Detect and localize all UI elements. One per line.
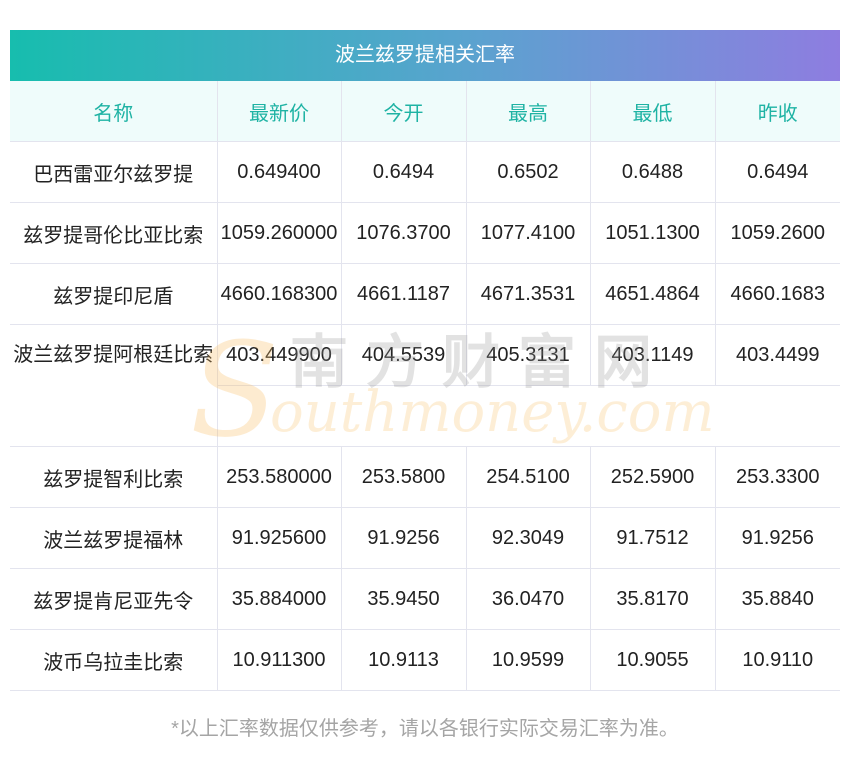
cell-prev-close: 0.6494 bbox=[714, 141, 840, 203]
table-row: 波兰兹罗提阿根廷比索 403.449900 404.5539 405.3131 403.… bbox=[10, 324, 840, 447]
header-latest: 最新价 bbox=[216, 81, 342, 142]
cell-open: 253.5800 bbox=[340, 446, 467, 508]
cell-low: 91.7512 bbox=[589, 507, 716, 569]
cell-low: 35.8170 bbox=[589, 568, 716, 630]
cell-high: 0.6502 bbox=[465, 141, 591, 203]
cell-latest: 0.649400 bbox=[216, 141, 342, 203]
cell-name: 兹罗提智利比索 bbox=[10, 446, 218, 508]
table-row: 巴西雷亚尔兹罗提 0.649400 0.6494 0.6502 0.6488 0.6494 bbox=[10, 141, 840, 203]
cell-low: 1051.1300 bbox=[589, 202, 716, 264]
table-title: 波兰兹罗提相关汇率 bbox=[10, 30, 840, 81]
cell-prev-close: 4660.1683 bbox=[714, 263, 840, 325]
exchange-rate-table: 名称 最新价 今开 最高 最低 昨收 巴西雷亚尔兹罗提 0.649400 0.649… bbox=[10, 81, 840, 691]
cell-low: 252.5900 bbox=[589, 446, 716, 508]
cell-name: 波兰兹罗提阿根廷比索 bbox=[10, 324, 218, 447]
cell-low: 0.6488 bbox=[589, 141, 716, 203]
cell-open: 0.6494 bbox=[340, 141, 467, 203]
table-row: 波币乌拉圭比索 10.911300 10.9113 10.9599 10.9055 10.… bbox=[10, 629, 840, 691]
cell-latest: 91.925600 bbox=[216, 507, 342, 569]
cell-low: 4651.4864 bbox=[589, 263, 716, 325]
cell-prev-close: 10.9110 bbox=[714, 629, 840, 691]
cell-latest: 253.580000 bbox=[216, 446, 342, 508]
cell-high: 4671.3531 bbox=[465, 263, 591, 325]
header-open: 今开 bbox=[340, 81, 467, 142]
table-header-row: 名称 最新价 今开 最高 最低 昨收 bbox=[10, 81, 840, 142]
disclaimer-note: *以上汇率数据仅供参考，请以各银行实际交易汇率为准。 bbox=[171, 718, 679, 740]
cell-high: 36.0470 bbox=[465, 568, 591, 630]
cell-open: 4661.1187 bbox=[340, 263, 467, 325]
cell-name: 兹罗提印尼盾 bbox=[10, 263, 218, 325]
cell-prev-close: 91.9256 bbox=[714, 507, 840, 569]
cell-high: 1077.4100 bbox=[465, 202, 591, 264]
cell-open: 404.5539 bbox=[340, 324, 467, 386]
cell-low: 403.1149 bbox=[589, 324, 716, 386]
cell-latest: 35.884000 bbox=[216, 568, 342, 630]
cell-open: 1076.3700 bbox=[340, 202, 467, 264]
cell-prev-close: 253.3300 bbox=[714, 446, 840, 508]
header-high: 最高 bbox=[465, 81, 591, 142]
cell-name: 兹罗提哥伦比亚比索 bbox=[10, 202, 218, 264]
cell-high: 405.3131 bbox=[465, 324, 591, 386]
header-name: 名称 bbox=[10, 81, 218, 142]
cell-latest: 4660.168300 bbox=[216, 263, 342, 325]
cell-open: 35.9450 bbox=[340, 568, 467, 630]
cell-latest: 1059.260000 bbox=[216, 202, 342, 264]
header-prev-close: 昨收 bbox=[714, 81, 840, 142]
table-row: 兹罗提哥伦比亚比索 1059.260000 1076.3700 1077.4100 10… bbox=[10, 202, 840, 264]
cell-low: 10.9055 bbox=[589, 629, 716, 691]
cell-name: 巴西雷亚尔兹罗提 bbox=[10, 141, 218, 203]
cell-high: 10.9599 bbox=[465, 629, 591, 691]
table-row: 兹罗提印尼盾 4660.168300 4661.1187 4671.3531 4651.… bbox=[10, 263, 840, 325]
cell-name: 波兰兹罗提福林 bbox=[10, 507, 218, 569]
cell-prev-close: 35.8840 bbox=[714, 568, 840, 630]
table-row: 波兰兹罗提福林 91.925600 91.9256 92.3049 91.7512 91.… bbox=[10, 507, 840, 569]
empty-cell bbox=[217, 385, 840, 447]
cell-high: 92.3049 bbox=[465, 507, 591, 569]
header-low: 最低 bbox=[589, 81, 716, 142]
table-row: 兹罗提智利比索 253.580000 253.5800 254.5100 252.590… bbox=[10, 446, 840, 508]
cell-name: 兹罗提肯尼亚先令 bbox=[10, 568, 218, 630]
cell-prev-close: 1059.2600 bbox=[714, 202, 840, 264]
cell-name: 波币乌拉圭比索 bbox=[10, 629, 218, 691]
cell-high: 254.5100 bbox=[465, 446, 591, 508]
cell-open: 10.9113 bbox=[340, 629, 467, 691]
cell-latest: 10.911300 bbox=[216, 629, 342, 691]
cell-open: 91.9256 bbox=[340, 507, 467, 569]
cell-latest: 403.449900 bbox=[216, 324, 342, 386]
cell-prev-close: 403.4499 bbox=[714, 324, 840, 386]
table-row: 兹罗提肯尼亚先令 35.884000 35.9450 36.0470 35.8170 35… bbox=[10, 568, 840, 630]
